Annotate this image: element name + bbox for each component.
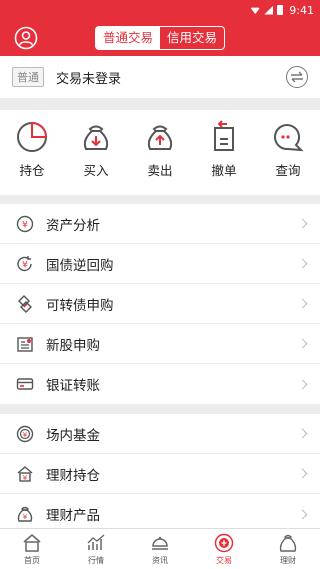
pie-chart-icon (17, 121, 48, 152)
menu-group-wealth: ¥ 场内基金 ¥ 理财持仓 ¥ 理财产品 (0, 414, 320, 534)
menu-item-label: 国债逆回购 (46, 257, 114, 274)
header: 普通交易 信用交易 (0, 20, 320, 56)
menu-item-label: 银证转账 (46, 378, 100, 394)
status-icons (250, 5, 284, 15)
tab-label: 资讯 (152, 556, 168, 565)
fund-icon: ¥ (16, 425, 34, 442)
tab-news[interactable]: 资讯 (128, 529, 192, 569)
menu-item-label: 新股申购 (46, 337, 100, 354)
quick-action-label: 持仓 (19, 163, 45, 178)
chevron-right-icon (297, 509, 308, 519)
account-row[interactable]: 普通 交易未登录 (0, 56, 320, 98)
chevron-right-icon (297, 379, 308, 389)
tab-label: 交易 (216, 556, 232, 565)
menu-item-label: 理财持仓 (46, 467, 100, 484)
quick-action-sell[interactable]: 卖出 (132, 120, 188, 179)
svg-text:¥: ¥ (23, 474, 28, 482)
quick-action-label: 卖出 (147, 163, 173, 178)
menu-item-repo[interactable]: ¥ 国债逆回购 (0, 244, 320, 284)
quick-action-label: 撤单 (211, 163, 237, 178)
signal-icon (264, 5, 274, 15)
market-icon (87, 534, 105, 550)
tab-label: 理财 (280, 556, 296, 565)
asset-analysis-icon: ¥ (16, 215, 34, 232)
quick-actions: 持仓 买入 卖出 撤单 查询 (0, 110, 320, 195)
chevron-right-icon (297, 338, 308, 349)
wealth-icon (279, 534, 297, 552)
trade-type-switch: 普通交易 信用交易 (94, 26, 226, 50)
menu-item-asset-analysis[interactable]: ¥ 资产分析 (0, 204, 320, 244)
battery-icon (277, 5, 284, 15)
menu-item-wealth-holdings[interactable]: ¥ 理财持仓 (0, 454, 320, 494)
cancel-order-icon (214, 120, 234, 151)
status-bar: 9:41 (0, 0, 320, 20)
quick-action-label: 买入 (83, 163, 109, 178)
home-icon (23, 534, 41, 552)
menu-item-label: 场内基金 (46, 427, 100, 444)
tab-label: 首页 (24, 556, 40, 565)
trade-icon (214, 533, 234, 553)
switch-account-icon[interactable] (286, 66, 308, 88)
tab-market[interactable]: 行情 (64, 529, 128, 569)
menu-group-trading: ¥ 资产分析 ¥ 国债逆回购 可转债申购 新股申购 银证转账 (0, 204, 320, 404)
wifi-icon (250, 7, 261, 14)
menu-item-fund[interactable]: ¥ 场内基金 (0, 414, 320, 454)
menu-item-label: 理财产品 (46, 508, 100, 524)
account-type-tag: 普通 (12, 67, 44, 87)
quick-action-buy[interactable]: 买入 (68, 120, 124, 179)
news-icon (152, 536, 168, 550)
wealth-products-icon: ¥ (17, 506, 33, 522)
tab-trade[interactable]: 交易 (192, 529, 256, 569)
quick-action-query[interactable]: 查询 (260, 120, 316, 179)
menu-item-ipo[interactable]: 新股申购 (0, 324, 320, 364)
svg-text:¥: ¥ (22, 220, 28, 230)
login-status: 交易未登录 (56, 71, 122, 87)
repo-icon: ¥ (17, 255, 32, 271)
menu-item-bank-transfer[interactable]: 银证转账 (0, 364, 320, 404)
tab-wealth[interactable]: 理财 (256, 529, 320, 569)
status-time: 9:41 (289, 3, 314, 17)
bottom-tab-bar: 首页 行情 资讯 交易 理财 (0, 528, 320, 569)
chevron-right-icon (297, 218, 308, 229)
tab-home[interactable]: 首页 (0, 529, 64, 569)
quick-action-cancel[interactable]: 撤单 (196, 120, 252, 179)
svg-text:¥: ¥ (23, 513, 28, 521)
menu-item-label: 资产分析 (46, 217, 100, 234)
svg-text:¥: ¥ (22, 260, 28, 270)
ipo-icon (17, 336, 33, 352)
tab-normal-trade[interactable]: 普通交易 (95, 27, 160, 49)
wealth-holdings-icon: ¥ (17, 465, 33, 482)
query-icon (274, 124, 304, 152)
menu-item-convertible-bond[interactable]: 可转债申购 (0, 284, 320, 324)
bank-transfer-icon (16, 378, 34, 390)
svg-text:¥: ¥ (23, 431, 28, 439)
menu-item-label: 可转债申购 (46, 297, 114, 314)
user-icon[interactable] (14, 26, 38, 50)
chevron-right-icon (297, 468, 308, 479)
chevron-right-icon (297, 428, 308, 439)
quick-action-holdings[interactable]: 持仓 (4, 120, 60, 179)
chevron-right-icon (297, 258, 308, 269)
tab-label: 行情 (88, 556, 104, 565)
buy-bag-icon (83, 125, 109, 150)
chevron-right-icon (297, 298, 308, 309)
quick-action-label: 查询 (275, 163, 301, 178)
sell-bag-icon (147, 125, 173, 150)
tab-credit-trade[interactable]: 信用交易 (160, 27, 224, 49)
convertible-bond-icon (18, 294, 32, 313)
